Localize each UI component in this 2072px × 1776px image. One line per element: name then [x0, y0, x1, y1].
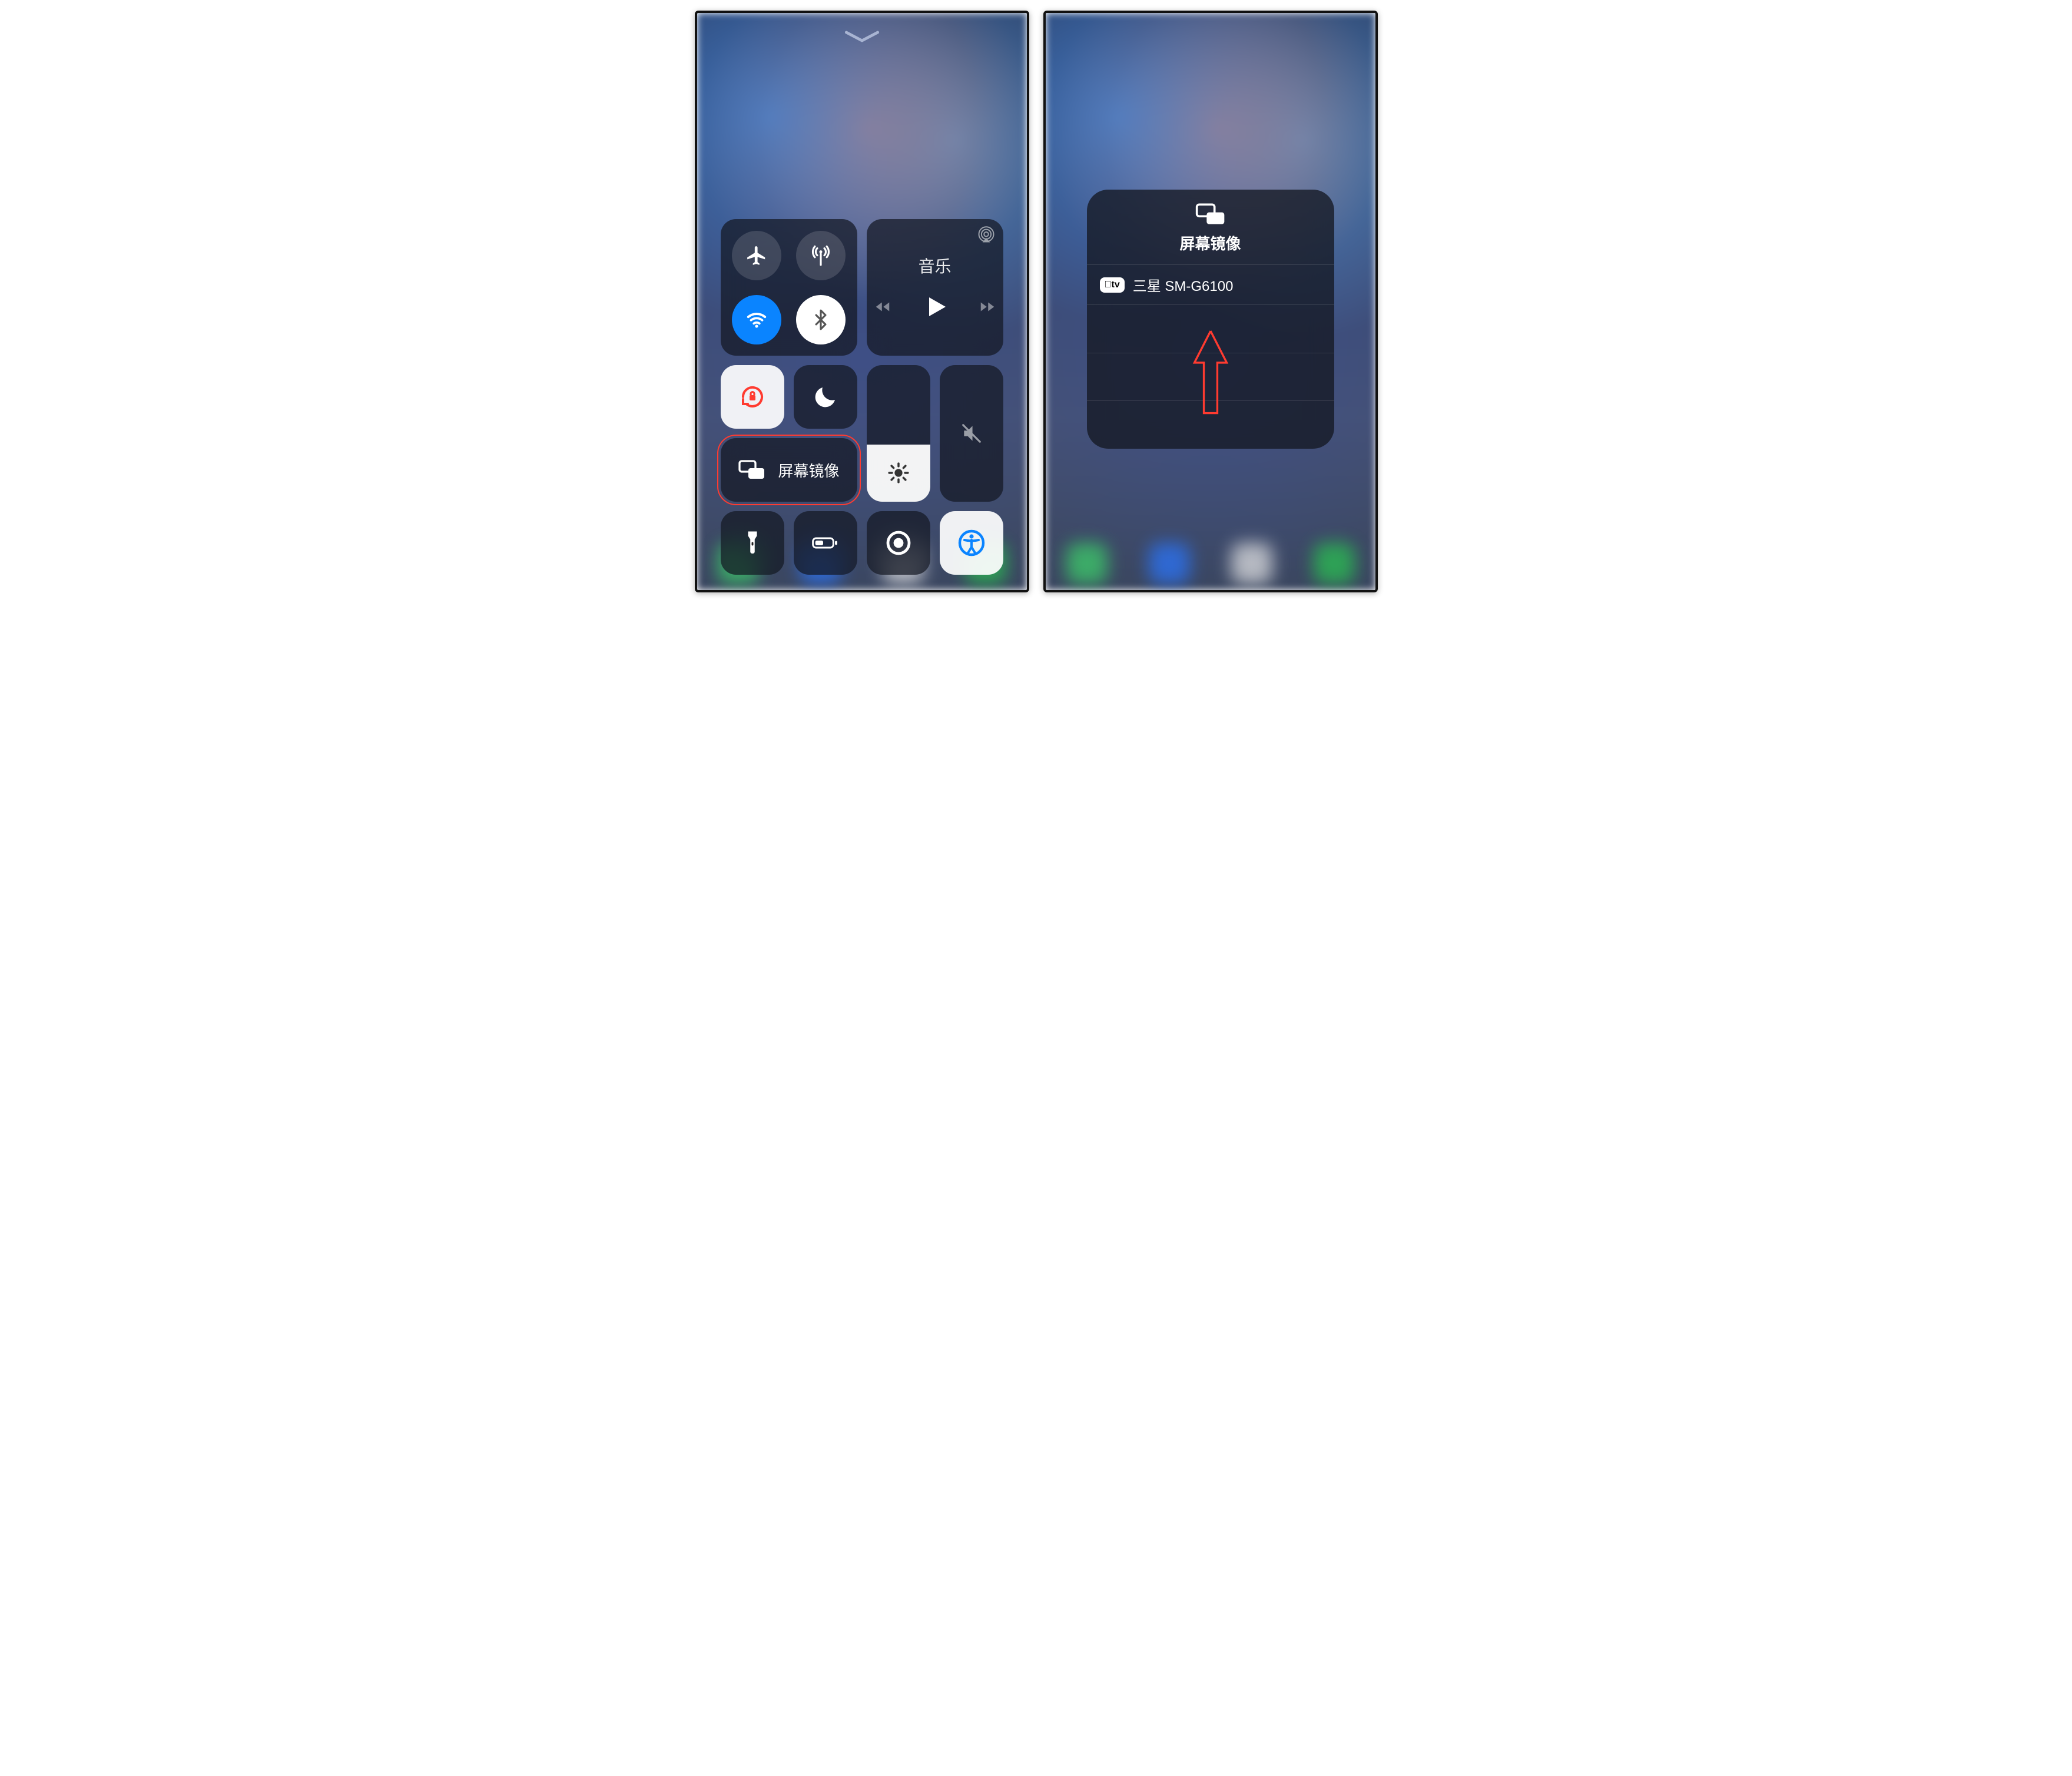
screen-mirroring-icon — [738, 456, 766, 484]
now-playing-title: 音乐 — [918, 254, 951, 277]
do-not-disturb-toggle[interactable] — [794, 365, 857, 429]
connectivity-group[interactable] — [721, 219, 857, 356]
phone-left-control-center: 音乐 — [695, 11, 1029, 592]
orientation-lock-toggle[interactable] — [721, 365, 784, 429]
flashlight-icon — [738, 529, 767, 557]
now-playing-tile[interactable]: 音乐 — [867, 219, 1003, 356]
cellular-antenna-icon — [810, 244, 832, 267]
airplay-audio-icon — [977, 226, 995, 244]
popup-title: 屏幕镜像 — [1179, 232, 1241, 254]
bluetooth-icon — [810, 309, 832, 331]
dock-blur-hint — [1046, 537, 1375, 590]
brightness-icon — [887, 462, 910, 484]
flashlight-button[interactable] — [721, 511, 784, 575]
control-center-grid: 音乐 — [721, 219, 1003, 575]
previous-track-button[interactable] — [874, 298, 891, 316]
play-button[interactable] — [921, 293, 949, 321]
accessibility-icon — [957, 529, 986, 557]
orientation-lock-icon — [738, 383, 767, 411]
low-power-mode-button[interactable] — [794, 511, 857, 575]
screen-mirroring-button[interactable]: 屏幕镜像 — [721, 438, 857, 502]
phone-right-mirroring-popup: 屏幕镜像 tv 三星 SM-G6100 — [1043, 11, 1378, 592]
mirroring-device-row[interactable]: tv 三星 SM-G6100 — [1087, 264, 1334, 304]
moon-icon — [811, 383, 840, 411]
apple-tv-badge-icon: tv — [1100, 277, 1125, 293]
volume-slider[interactable] — [940, 365, 1003, 502]
battery-icon — [811, 529, 840, 557]
screen-record-button[interactable] — [867, 511, 930, 575]
volume-mute-icon — [960, 422, 983, 445]
mirroring-empty-row — [1087, 400, 1334, 449]
mirroring-empty-row — [1087, 353, 1334, 401]
media-controls — [874, 293, 996, 321]
bluetooth-toggle[interactable] — [796, 295, 846, 344]
airplane-icon — [745, 244, 768, 267]
next-track-button[interactable] — [979, 298, 996, 316]
accessibility-shortcut-button[interactable] — [940, 511, 1003, 575]
device-name: 三星 SM-G6100 — [1133, 274, 1234, 295]
screen-mirroring-popup: 屏幕镜像 tv 三星 SM-G6100 — [1087, 190, 1334, 449]
wifi-icon — [745, 309, 768, 331]
brightness-slider[interactable] — [867, 365, 930, 502]
cellular-data-toggle[interactable] — [796, 231, 846, 280]
screen-mirroring-icon — [1194, 203, 1227, 226]
mirroring-empty-row — [1087, 304, 1334, 353]
screen-mirroring-label: 屏幕镜像 — [778, 459, 839, 481]
record-icon — [884, 529, 913, 557]
airplane-mode-toggle[interactable] — [732, 231, 781, 280]
wifi-toggle[interactable] — [732, 295, 781, 344]
